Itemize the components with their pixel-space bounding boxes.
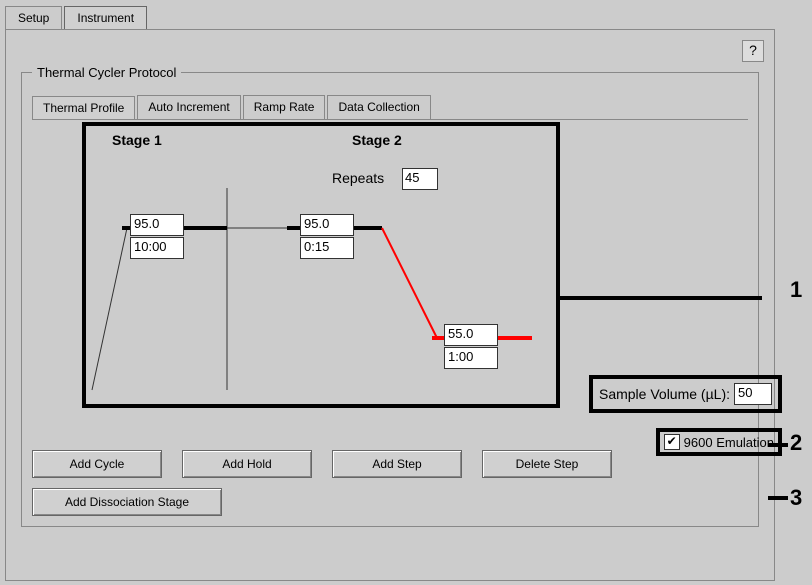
- callout-3: 3: [790, 485, 802, 511]
- stage1-time-input[interactable]: 10:00: [130, 237, 184, 259]
- sample-volume-box: Sample Volume (µL): 50: [589, 375, 782, 413]
- tab-instrument[interactable]: Instrument: [64, 6, 147, 30]
- repeats-label: Repeats: [332, 170, 384, 186]
- subtab-auto-increment[interactable]: Auto Increment: [137, 95, 240, 119]
- emulation-box: ✔ 9600 Emulation: [656, 428, 782, 456]
- stage1-label: Stage 1: [112, 132, 162, 148]
- subtab-thermal-profile[interactable]: Thermal Profile: [32, 96, 135, 120]
- add-dissociation-button[interactable]: Add Dissociation Stage: [32, 488, 222, 516]
- sample-volume-label: Sample Volume (µL):: [599, 386, 730, 402]
- stage2-step2-temp-input[interactable]: 55.0: [444, 324, 498, 346]
- subtab-data-collection[interactable]: Data Collection: [327, 95, 430, 119]
- stage2-label: Stage 2: [352, 132, 402, 148]
- sample-volume-input[interactable]: 50: [734, 383, 772, 405]
- callout-2: 2: [790, 430, 802, 456]
- add-step-button[interactable]: Add Step: [332, 450, 462, 478]
- delete-step-button[interactable]: Delete Step: [482, 450, 612, 478]
- emulation-checkbox[interactable]: ✔: [664, 434, 680, 450]
- tab-setup[interactable]: Setup: [5, 6, 62, 29]
- add-hold-button[interactable]: Add Hold: [182, 450, 312, 478]
- callout-1: 1: [790, 277, 802, 303]
- help-icon[interactable]: ?: [742, 40, 764, 62]
- subtab-ramp-rate[interactable]: Ramp Rate: [243, 95, 326, 119]
- thermal-cycler-fieldset: Thermal Cycler Protocol Thermal Profile …: [21, 65, 759, 527]
- emulation-label: 9600 Emulation: [684, 435, 774, 450]
- repeats-input[interactable]: 45: [402, 168, 438, 190]
- stage2-step1-time-input[interactable]: 0:15: [300, 237, 354, 259]
- add-cycle-button[interactable]: Add Cycle: [32, 450, 162, 478]
- fieldset-legend: Thermal Cycler Protocol: [32, 65, 181, 80]
- stage2-step2-time-input[interactable]: 1:00: [444, 347, 498, 369]
- stage1-temp-input[interactable]: 95.0: [130, 214, 184, 236]
- stage2-step1-temp-input[interactable]: 95.0: [300, 214, 354, 236]
